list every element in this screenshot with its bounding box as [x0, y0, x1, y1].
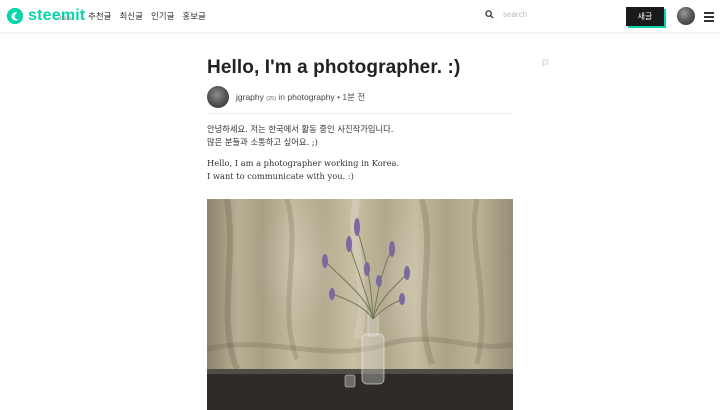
logo-beta-label: beta [60, 16, 72, 22]
hamburger-menu-icon[interactable] [704, 12, 714, 24]
search-input[interactable]: search [503, 10, 527, 19]
body-paragraph-english: Hello, I am a photographer working in Ko… [207, 157, 513, 183]
top-header: steemit beta 추천글 최신글 인기글 홍보글 search 새글 [0, 0, 720, 33]
main-nav: 추천글 최신글 인기글 홍보글 [88, 10, 206, 22]
nav-item-popular[interactable]: 인기글 [151, 10, 174, 22]
post-byline: jgraphy (25) in photography • 1분 전 [207, 84, 513, 109]
author-avatar[interactable] [207, 85, 229, 108]
steemit-logo-icon [6, 7, 24, 25]
nav-item-recommended[interactable]: 추천글 [88, 10, 111, 22]
body-line: 안녕하세요. 저는 한국에서 활동 중인 사진작가입니다. [207, 124, 394, 134]
byline-text: jgraphy (25) in photography • 1분 전 [236, 91, 365, 103]
category-link[interactable]: photography [287, 92, 334, 102]
nav-item-promoted[interactable]: 홍보글 [182, 10, 205, 22]
post-article: Hello, I'm a photographer. :) jgraphy (2… [207, 55, 513, 410]
author-link[interactable]: jgraphy [236, 92, 264, 102]
body-line: Hello, I am a photographer working in Ko… [207, 158, 400, 168]
post-photo[interactable] [207, 199, 513, 410]
post-body: 안녕하세요. 저는 한국에서 활동 중인 사진작가입니다. 많은 분들과 소통하… [207, 123, 513, 191]
body-paragraph-korean: 안녕하세요. 저는 한국에서 활동 중인 사진작가입니다. 많은 분들과 소통하… [207, 123, 513, 149]
steemit-logo[interactable]: steemit [6, 6, 85, 30]
post-time[interactable]: 1분 전 [342, 92, 365, 102]
user-avatar[interactable] [677, 7, 695, 25]
body-line: I want to communicate with you. :) [207, 171, 354, 181]
post-title: Hello, I'm a photographer. :) [207, 57, 461, 78]
photo-illustration [207, 199, 513, 410]
logo-text: steemit [28, 7, 86, 24]
search-box[interactable]: search [485, 10, 527, 19]
flag-icon[interactable] [542, 59, 549, 67]
body-line: 많은 분들과 소통하고 싶어요. ;) [207, 137, 318, 147]
author-reputation: (25) [266, 95, 277, 102]
in-label: in [278, 91, 286, 102]
write-post-button[interactable]: 새글 [626, 7, 664, 26]
byline-separator: • [337, 91, 341, 102]
nav-item-latest[interactable]: 최신글 [119, 10, 142, 22]
byline-divider [207, 113, 513, 114]
search-icon[interactable] [485, 10, 494, 19]
